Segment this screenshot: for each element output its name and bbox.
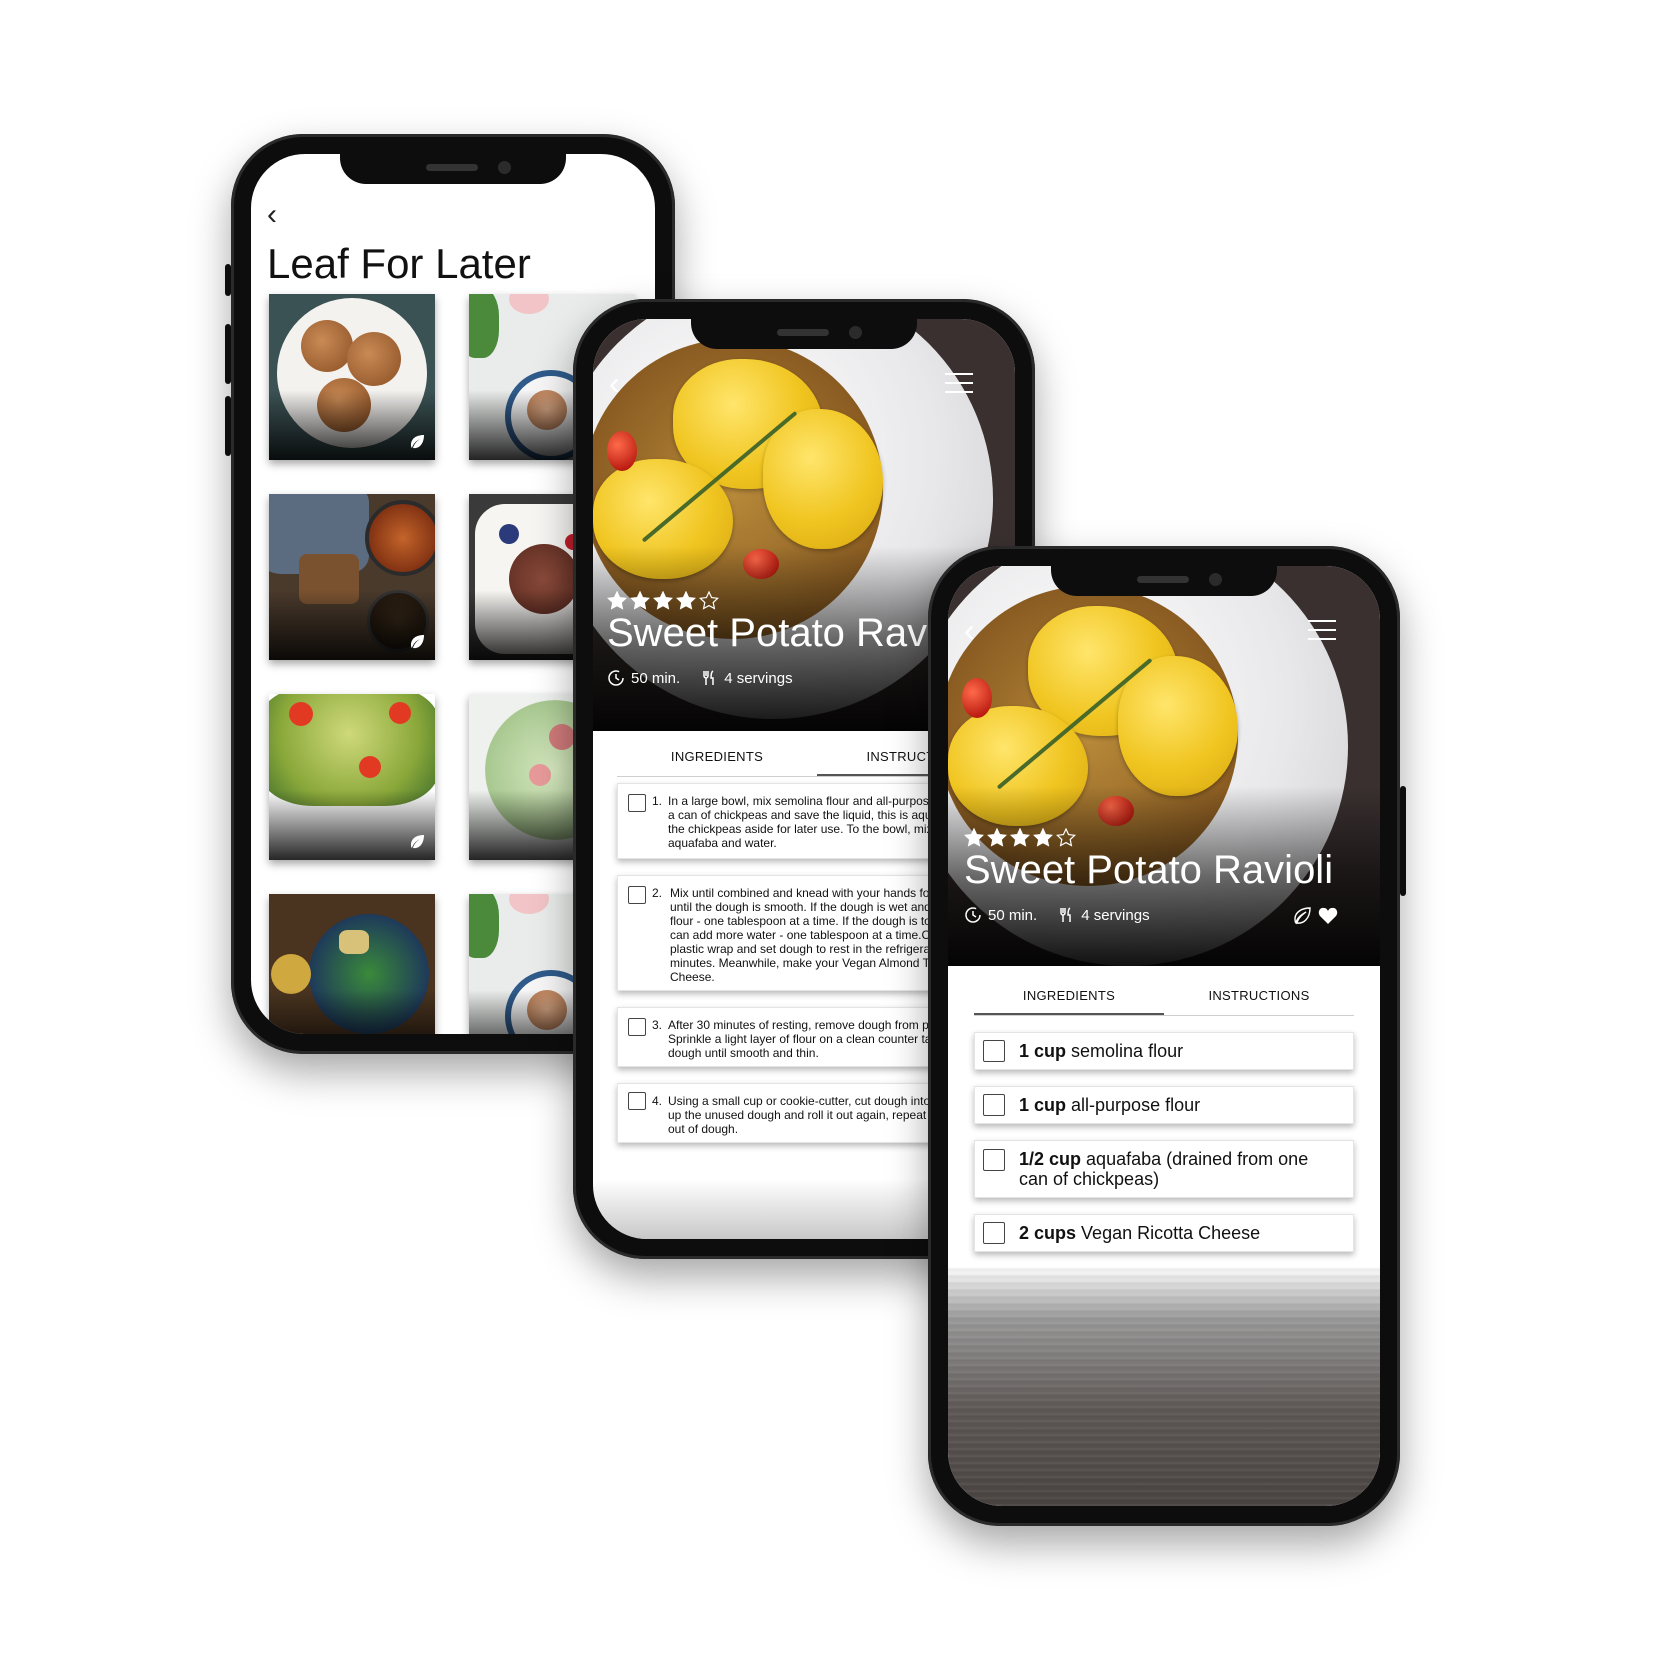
step-number: 3. bbox=[652, 1018, 663, 1032]
utensils-icon bbox=[1060, 907, 1071, 922]
star-filled-icon bbox=[1010, 828, 1030, 847]
ingredient-item: 2 cups Vegan Ricotta Cheese bbox=[974, 1214, 1354, 1252]
recipe-meta: 50 min. 4 servings bbox=[964, 906, 1150, 924]
recipe-title: Sweet Potato Ravioli bbox=[607, 611, 977, 655]
ingredient-checkbox[interactable] bbox=[983, 1149, 1005, 1171]
star-filled-icon bbox=[987, 828, 1007, 847]
recipe-tabs: INGREDIENTS INSTRUCTIONS bbox=[974, 978, 1354, 1016]
rating-stars bbox=[607, 591, 719, 611]
step-checkbox[interactable] bbox=[628, 886, 646, 904]
cook-time: 50 min. bbox=[631, 669, 681, 687]
ingredient-name: Vegan Ricotta Cheese bbox=[1081, 1223, 1261, 1243]
step-checkbox[interactable] bbox=[628, 1092, 646, 1110]
saved-recipe-card[interactable] bbox=[269, 494, 435, 660]
phone-notch bbox=[691, 319, 917, 349]
back-chevron-icon[interactable]: ‹ bbox=[267, 200, 277, 230]
rating-stars bbox=[964, 828, 1076, 848]
save-leaf-icon[interactable] bbox=[1292, 906, 1312, 926]
tab-ingredients[interactable]: INGREDIENTS bbox=[974, 978, 1164, 1015]
leaf-icon[interactable] bbox=[409, 634, 425, 650]
back-chevron-icon[interactable]: ‹ bbox=[964, 614, 975, 646]
ingredient-amount: 1 cup bbox=[1019, 1041, 1067, 1061]
ingredient-name: semolina flour bbox=[1071, 1041, 1184, 1061]
saved-recipe-card[interactable] bbox=[269, 894, 435, 1034]
star-filled-icon bbox=[964, 828, 984, 847]
cook-time: 50 min. bbox=[988, 906, 1038, 924]
ingredient-checkbox[interactable] bbox=[983, 1094, 1005, 1116]
phone-volume-up bbox=[225, 324, 231, 384]
phone-notch bbox=[340, 154, 566, 184]
recipe-meta: 50 min. 4 servings bbox=[607, 669, 793, 687]
menu-icon[interactable] bbox=[945, 373, 973, 395]
ingredient-name: all-purpose flour bbox=[1071, 1095, 1201, 1115]
menu-icon[interactable] bbox=[1308, 620, 1336, 642]
star-filled-icon bbox=[676, 591, 696, 610]
phone-power-button bbox=[1400, 786, 1406, 896]
utensils-icon bbox=[703, 670, 714, 685]
step-checkbox[interactable] bbox=[628, 794, 646, 812]
step-number: 1. bbox=[652, 794, 663, 808]
ingredient-name-continued: can of chickpeas) bbox=[1019, 1169, 1160, 1189]
servings: 4 servings bbox=[724, 669, 793, 687]
ingredient-checkbox[interactable] bbox=[983, 1040, 1005, 1062]
tab-ingredients[interactable]: INGREDIENTS bbox=[617, 739, 817, 776]
ingredient-amount: 1/2 cup bbox=[1019, 1149, 1082, 1169]
saved-recipe-card[interactable] bbox=[269, 694, 435, 860]
star-outline-icon bbox=[699, 591, 719, 610]
step-checkbox[interactable] bbox=[628, 1018, 646, 1036]
leaf-icon[interactable] bbox=[409, 834, 425, 850]
ingredient-amount: 2 cups bbox=[1019, 1223, 1077, 1243]
phone-volume-down bbox=[225, 396, 231, 456]
ingredient-checkbox[interactable] bbox=[983, 1222, 1005, 1244]
recipe-title: Sweet Potato Ravioli bbox=[964, 848, 1334, 892]
phone-recipe-ingredients: ‹ Sweet Potato Ravioli 50 min. 4 serving… bbox=[928, 546, 1406, 1526]
star-filled-icon bbox=[653, 591, 673, 610]
ingredient-item: 1 cup all-purpose flour bbox=[974, 1086, 1354, 1124]
page-title: Leaf For Later bbox=[267, 240, 531, 287]
star-filled-icon bbox=[607, 591, 627, 610]
favorite-heart-icon[interactable] bbox=[1318, 906, 1338, 926]
tab-instructions[interactable]: INSTRUCTIONS bbox=[1164, 978, 1354, 1015]
star-filled-icon bbox=[630, 591, 650, 610]
step-number: 2. bbox=[652, 886, 663, 900]
leaf-icon[interactable] bbox=[409, 434, 425, 450]
servings: 4 servings bbox=[1081, 906, 1150, 924]
ingredient-item: 1/2 cup aquafaba (drained from one can o… bbox=[974, 1140, 1354, 1198]
step-number: 4. bbox=[652, 1094, 663, 1108]
phone-notch bbox=[1051, 566, 1277, 596]
ingredients-screen: ‹ Sweet Potato Ravioli 50 min. 4 serving… bbox=[948, 566, 1380, 1506]
ingredient-name: aquafaba (drained from one bbox=[1086, 1149, 1309, 1169]
clock-icon bbox=[965, 907, 981, 923]
ingredient-amount: 1 cup bbox=[1019, 1095, 1067, 1115]
star-filled-icon bbox=[1033, 828, 1053, 847]
star-outline-icon bbox=[1056, 828, 1076, 847]
ingredient-item: 1 cup semolina flour bbox=[974, 1032, 1354, 1070]
wood-background bbox=[948, 1266, 1380, 1506]
phone-mute-switch bbox=[225, 264, 231, 296]
clock-icon bbox=[608, 670, 624, 686]
back-chevron-icon[interactable]: ‹ bbox=[609, 367, 620, 399]
saved-recipe-card[interactable] bbox=[269, 294, 435, 460]
